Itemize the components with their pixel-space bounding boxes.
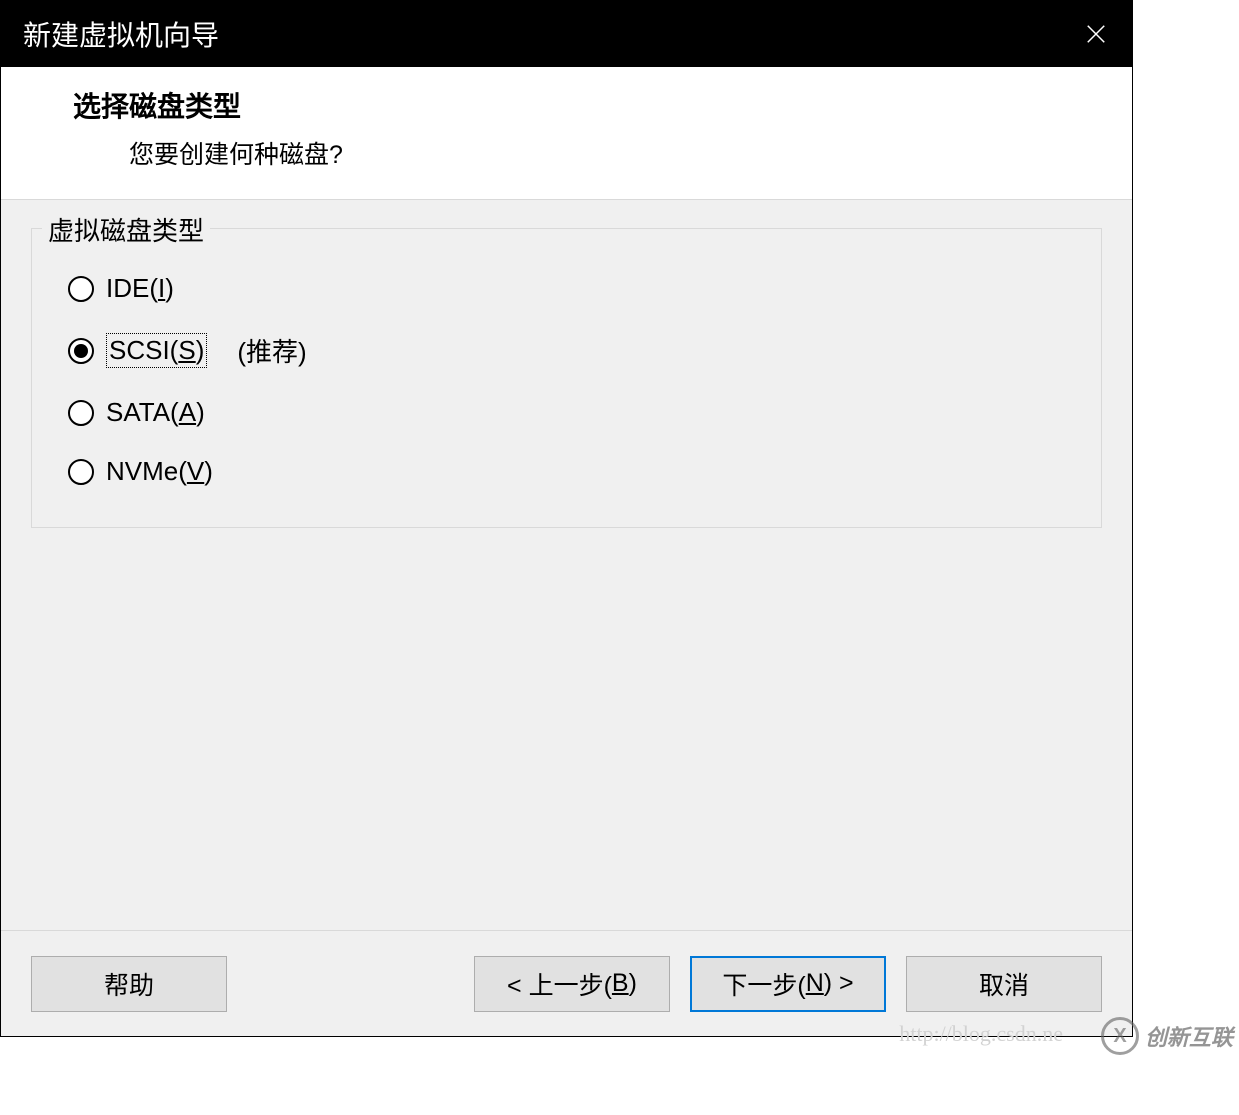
content-area: 虚拟磁盘类型 IDE(I) SCSI(S) (推荐): [1, 200, 1132, 930]
wizard-header: 选择磁盘类型 您要创建何种磁盘?: [1, 67, 1132, 200]
radio-label: SATA(A): [106, 397, 205, 428]
wizard-footer: 帮助 < 上一步(B) 下一步(N) > 取消: [1, 930, 1132, 1036]
radio-icon: [68, 276, 94, 302]
radio-label: NVMe(V): [106, 456, 213, 487]
radio-icon: [68, 338, 94, 364]
fieldset-legend: 虚拟磁盘类型: [42, 211, 210, 248]
radio-note: (推荐): [237, 332, 306, 369]
radio-label: SCSI(S): [106, 333, 207, 368]
page-title: 选择磁盘类型: [73, 85, 1132, 125]
radio-sata[interactable]: SATA(A): [68, 397, 1065, 428]
radio-icon: [68, 400, 94, 426]
radio-label: IDE(I): [106, 273, 174, 304]
titlebar: 新建虚拟机向导: [1, 1, 1132, 67]
watermark-label: 创新互联: [1145, 1020, 1233, 1052]
dialog-title: 新建虚拟机向导: [23, 14, 219, 54]
radio-nvme[interactable]: NVMe(V): [68, 456, 1065, 487]
disk-type-fieldset: 虚拟磁盘类型 IDE(I) SCSI(S) (推荐): [31, 228, 1102, 528]
radio-icon: [68, 459, 94, 485]
next-button[interactable]: 下一步(N) >: [690, 956, 886, 1012]
radio-ide[interactable]: IDE(I): [68, 273, 1065, 304]
help-button[interactable]: 帮助: [31, 956, 227, 1012]
radio-scsi[interactable]: SCSI(S) (推荐): [68, 332, 1065, 369]
disk-type-radio-group: IDE(I) SCSI(S) (推荐) SATA(A): [68, 267, 1065, 487]
cancel-button[interactable]: 取消: [906, 956, 1102, 1012]
page-subtitle: 您要创建何种磁盘?: [73, 135, 1132, 171]
close-icon: [1085, 23, 1107, 45]
new-vm-wizard-dialog: 新建虚拟机向导 选择磁盘类型 您要创建何种磁盘? 虚拟磁盘类型 IDE(I): [0, 0, 1133, 1037]
close-button[interactable]: [1060, 1, 1132, 67]
back-button[interactable]: < 上一步(B): [474, 956, 670, 1012]
